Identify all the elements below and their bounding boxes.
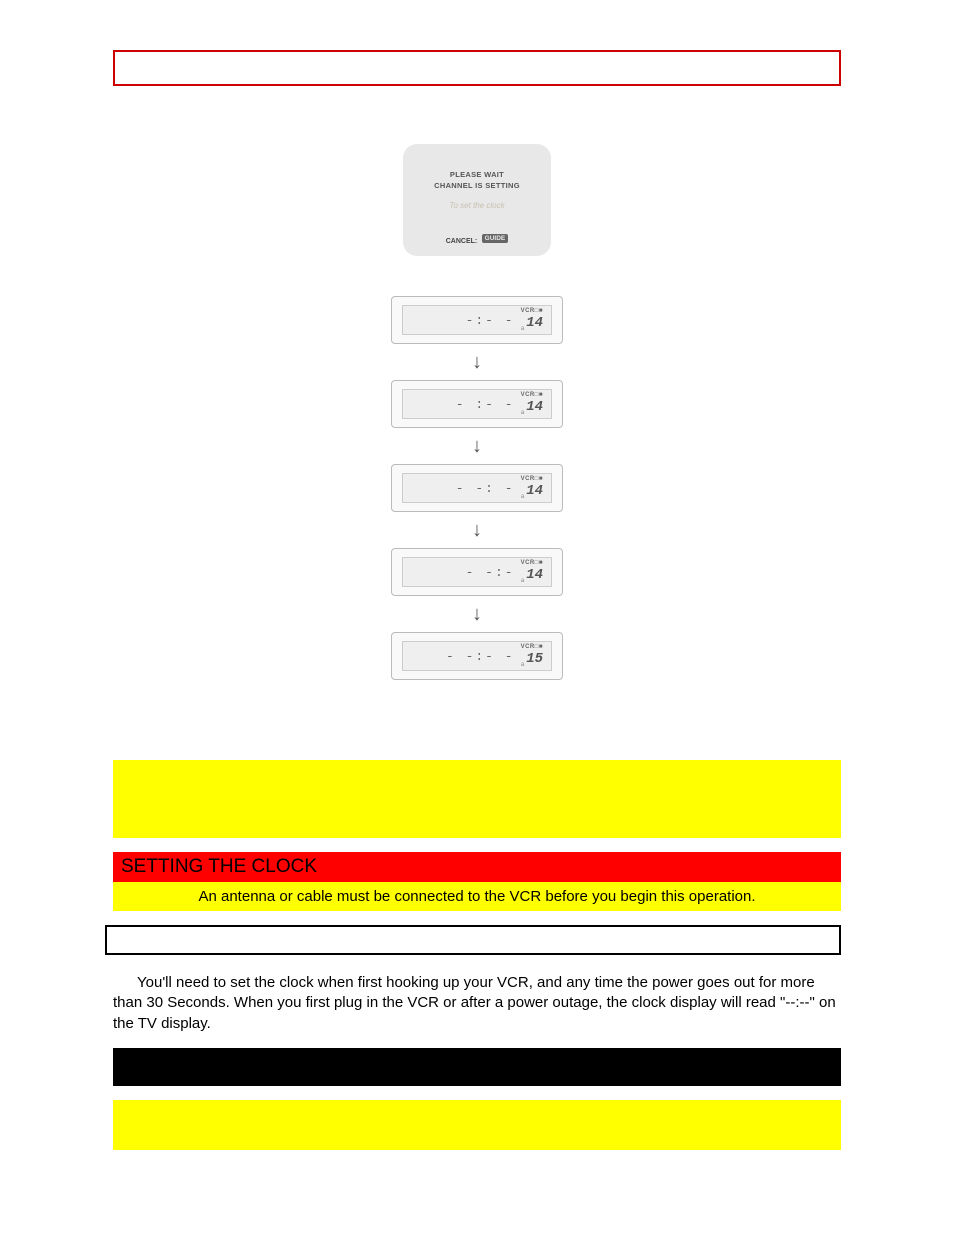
lcd-time: - -: - [456,481,515,496]
lcd-num: 15 [526,651,543,667]
section-header: SETTING THE CLOCK [113,852,841,882]
lcd-right: VCR□■ a14 [521,560,543,584]
tv-text-line1: PLEASE WAIT [403,170,551,181]
lcd-inner: - :- - VCR□■ a14 [402,389,552,419]
yellow-block [113,760,841,838]
lcd-num: 14 [526,399,543,415]
lcd-display: - :- - VCR□■ a14 [391,380,563,428]
lcd-display: -:- - VCR□■ a14 [391,296,563,344]
lcd-time: - -:- - [446,649,515,664]
lcd-sub: a [521,410,524,416]
black-section [113,1048,841,1086]
arrow-down-icon: ↓ [387,348,567,376]
antenna-note: An antenna or cable must be connected to… [113,882,841,911]
body-paragraph: You'll need to set the clock when first … [113,973,841,1034]
lcd-time: -:- - [466,313,515,328]
yellow-block-bottom [113,1100,841,1150]
lcd-inner: - -:- - VCR□■ a15 [402,641,552,671]
lcd-inner: -:- - VCR□■ a14 [402,305,552,335]
black-outline-box [105,925,841,955]
lcd-num: 14 [526,567,543,583]
arrow-down-icon: ↓ [387,432,567,460]
lcd-right: VCR□■ a15 [521,644,543,668]
lcd-sub: a [521,578,524,584]
tv-bottom-row: CANCEL: GUIDE [403,230,551,248]
lcd-inner: - -:- VCR□■ a14 [402,557,552,587]
lcd-num: 14 [526,315,543,331]
lcd-right: VCR□■ a14 [521,476,543,500]
arrow-down-icon: ↓ [387,600,567,628]
lcd-inner: - -: - VCR□■ a14 [402,473,552,503]
lcd-sequence: -:- - VCR□■ a14 ↓ - :- - VCR□■ a14 ↓ - -… [387,296,567,680]
tv-text-line2: CHANNEL IS SETTING [403,181,551,192]
tv-faded-text: To set the clock [403,201,551,210]
tv-screen-figure: PLEASE WAIT CHANNEL IS SETTING To set th… [403,144,551,256]
red-outline-box [113,50,841,86]
tv-guide-button: GUIDE [482,234,509,243]
lcd-right: VCR□■ a14 [521,392,543,416]
lcd-right: VCR□■ a14 [521,308,543,332]
lcd-display: - -:- - VCR□■ a15 [391,632,563,680]
lcd-sub: a [521,494,524,500]
tv-cancel-label: CANCEL: [446,238,478,245]
lcd-sub: a [521,326,524,332]
lcd-sub: a [521,662,524,668]
lcd-time: - :- - [456,397,515,412]
lcd-num: 14 [526,483,543,499]
lcd-display: - -:- VCR□■ a14 [391,548,563,596]
lcd-time: - -:- [466,565,515,580]
arrow-down-icon: ↓ [387,516,567,544]
lcd-display: - -: - VCR□■ a14 [391,464,563,512]
